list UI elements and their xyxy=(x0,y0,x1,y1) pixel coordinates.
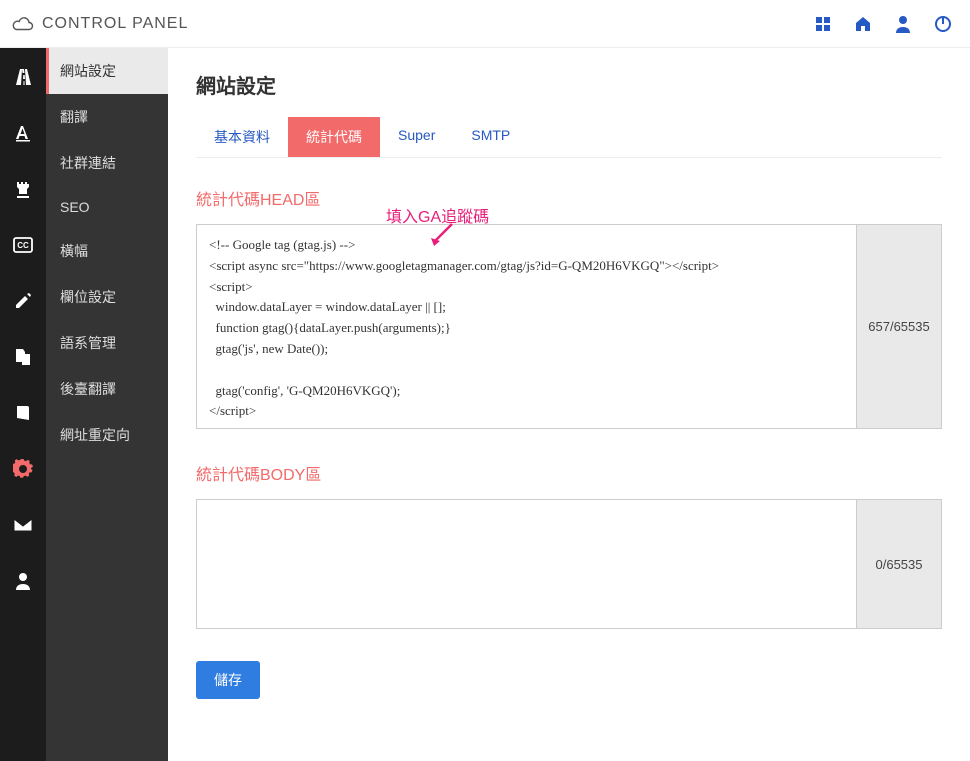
submenu-item-redirect[interactable]: 網址重定向 xyxy=(46,412,168,458)
iconbar-person[interactable] xyxy=(0,562,46,600)
cloud-icon xyxy=(12,16,34,32)
topbar-actions xyxy=(814,15,952,33)
head-section-label: 統計代碼HEAD區 xyxy=(196,186,942,210)
power-icon[interactable] xyxy=(934,15,952,33)
body-code-counter: 0/65535 xyxy=(857,499,942,629)
iconbar: CC xyxy=(0,48,46,761)
tab-super[interactable]: Super xyxy=(380,117,453,157)
iconbar-road[interactable] xyxy=(0,58,46,96)
iconbar-book[interactable] xyxy=(0,394,46,432)
topbar: CONTROL PANEL xyxy=(0,0,970,48)
iconbar-font[interactable] xyxy=(0,114,46,152)
submenu-item-site-settings[interactable]: 網站設定 xyxy=(46,48,168,94)
iconbar-files[interactable] xyxy=(0,338,46,376)
iconbar-chess[interactable] xyxy=(0,170,46,208)
layout: CC 網站設定 翻譯 社群連結 SEO 橫幅 欄位設定 語系管理 後臺翻譯 網址… xyxy=(0,48,970,761)
submenu-item-seo[interactable]: SEO xyxy=(46,186,168,228)
tab-smtp[interactable]: SMTP xyxy=(453,117,528,157)
head-editor-row: 657/65535 xyxy=(196,224,942,429)
home-icon[interactable] xyxy=(854,15,872,33)
submenu: 網站設定 翻譯 社群連結 SEO 橫幅 欄位設定 語系管理 後臺翻譯 網址重定向 xyxy=(46,48,168,761)
page-title: 網站設定 xyxy=(196,70,942,99)
body-section-label: 統計代碼BODY區 xyxy=(196,461,942,485)
svg-text:CC: CC xyxy=(17,241,29,250)
submenu-item-fields[interactable]: 欄位設定 xyxy=(46,274,168,320)
brand: CONTROL PANEL xyxy=(12,15,188,33)
submenu-item-translate[interactable]: 翻譯 xyxy=(46,94,168,140)
submenu-item-backend-translate[interactable]: 後臺翻譯 xyxy=(46,366,168,412)
tabs: 基本資料 統計代碼 Super SMTP xyxy=(196,117,942,158)
head-code-counter: 657/65535 xyxy=(857,224,942,429)
save-button[interactable]: 儲存 xyxy=(196,661,260,699)
body-code-textarea[interactable] xyxy=(196,499,857,629)
submenu-item-social[interactable]: 社群連結 xyxy=(46,140,168,186)
submenu-item-lang[interactable]: 語系管理 xyxy=(46,320,168,366)
head-code-textarea[interactable] xyxy=(196,224,857,429)
user-icon[interactable] xyxy=(894,15,912,33)
iconbar-cc[interactable]: CC xyxy=(0,226,46,264)
iconbar-gear[interactable] xyxy=(0,450,46,488)
tab-basic[interactable]: 基本資料 xyxy=(196,117,288,157)
brand-title: CONTROL PANEL xyxy=(42,15,188,33)
tab-tracking-code[interactable]: 統計代碼 xyxy=(288,117,380,157)
grid-icon[interactable] xyxy=(814,15,832,33)
submenu-item-banner[interactable]: 橫幅 xyxy=(46,228,168,274)
content: 網站設定 基本資料 統計代碼 Super SMTP 填入GA追蹤碼 統計代碼HE… xyxy=(168,48,970,761)
body-editor-row: 0/65535 xyxy=(196,499,942,629)
iconbar-pencil[interactable] xyxy=(0,282,46,320)
iconbar-mail[interactable] xyxy=(0,506,46,544)
